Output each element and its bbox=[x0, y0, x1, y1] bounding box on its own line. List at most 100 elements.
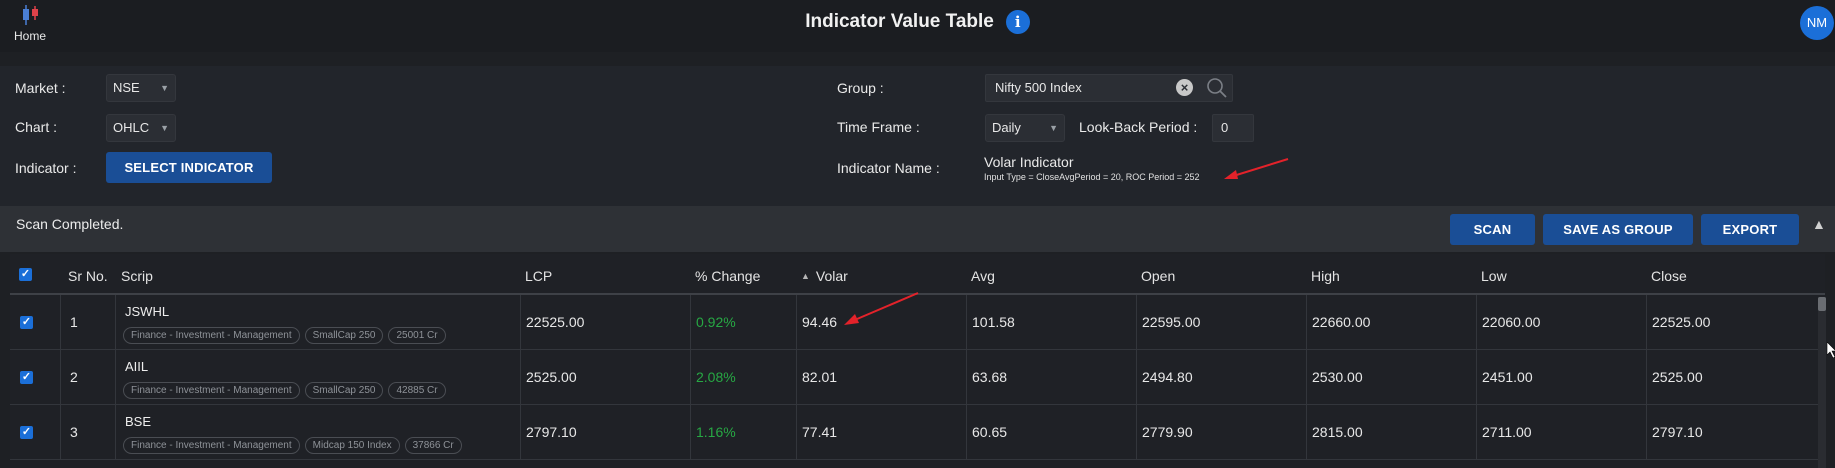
timeframe-label: Time Frame : bbox=[837, 119, 920, 135]
change: 0.92% bbox=[696, 314, 736, 330]
open: 2494.80 bbox=[1142, 369, 1193, 385]
index-tag: Midcap 150 Index bbox=[304, 437, 400, 454]
lcp: 2797.10 bbox=[526, 424, 577, 440]
avg: 63.68 bbox=[972, 369, 1008, 385]
mouse-cursor-icon bbox=[1827, 342, 1835, 358]
scan-button[interactable]: SCAN bbox=[1450, 214, 1535, 245]
divider bbox=[60, 405, 61, 460]
col-change[interactable]: % Change bbox=[695, 254, 760, 293]
market-value: NSE bbox=[113, 80, 140, 95]
divider bbox=[796, 405, 797, 460]
lookback-input[interactable]: 0 bbox=[1212, 114, 1254, 142]
col-scrip[interactable]: Scrip bbox=[121, 254, 153, 293]
group-input[interactable]: Nifty 500 Index bbox=[985, 74, 1233, 102]
col-volar[interactable]: ▲ Volar bbox=[801, 254, 848, 293]
scrip-name[interactable]: BSE bbox=[125, 414, 151, 430]
indicator-label: Indicator : bbox=[15, 160, 77, 176]
timeframe-select[interactable]: Daily ▼ bbox=[985, 114, 1065, 142]
divider bbox=[1476, 295, 1477, 350]
title-wrap: Indicator Value Table i bbox=[0, 10, 1835, 34]
divider bbox=[115, 405, 116, 460]
col-volar-label: Volar bbox=[815, 268, 848, 284]
divider bbox=[1306, 295, 1307, 350]
divider bbox=[1476, 405, 1477, 460]
page-title: Indicator Value Table bbox=[805, 11, 994, 32]
lcp: 22525.00 bbox=[526, 314, 585, 330]
col-open[interactable]: Open bbox=[1141, 254, 1175, 293]
results-table: ✓ Sr No. Scrip LCP % Change ▲ Volar Avg O… bbox=[10, 254, 1825, 468]
row-checkbox[interactable]: ✓ bbox=[20, 426, 33, 439]
chevron-down-icon: ▼ bbox=[160, 123, 169, 133]
sort-asc-icon: ▲ bbox=[801, 271, 810, 281]
user-avatar[interactable]: NM bbox=[1800, 6, 1834, 40]
divider bbox=[60, 350, 61, 405]
table-row[interactable]: ✓ 1 JSWHL Finance - Investment - Managem… bbox=[10, 295, 1825, 350]
divider bbox=[966, 350, 967, 405]
table-row[interactable]: ✓ 2 AIIL Finance - Investment - Manageme… bbox=[10, 350, 1825, 405]
table-row[interactable]: ✓ 3 BSE Finance - Investment - Managemen… bbox=[10, 405, 1825, 460]
select-all-checkbox[interactable]: ✓ bbox=[19, 268, 32, 281]
divider bbox=[1136, 350, 1137, 405]
col-low[interactable]: Low bbox=[1481, 254, 1507, 293]
scrip-tags: Finance - Investment - Management Midcap … bbox=[123, 435, 467, 454]
scrip-name[interactable]: JSWHL bbox=[125, 304, 169, 320]
save-as-group-button[interactable]: SAVE AS GROUP bbox=[1543, 214, 1693, 245]
divider bbox=[520, 350, 521, 405]
select-indicator-button[interactable]: SELECT INDICATOR bbox=[106, 152, 272, 183]
lcp: 2525.00 bbox=[526, 369, 577, 385]
divider bbox=[1646, 295, 1647, 350]
chevron-down-icon: ▼ bbox=[160, 83, 169, 93]
scrollbar-thumb[interactable] bbox=[1818, 297, 1826, 311]
index-tag: SmallCap 250 bbox=[304, 327, 384, 344]
volar: 94.46 bbox=[802, 314, 838, 330]
index-tag: SmallCap 250 bbox=[304, 382, 384, 399]
divider bbox=[1306, 405, 1307, 460]
export-button[interactable]: EXPORT bbox=[1701, 214, 1799, 245]
col-high[interactable]: High bbox=[1311, 254, 1340, 293]
change: 2.08% bbox=[696, 369, 736, 385]
scrip-name[interactable]: AIIL bbox=[125, 359, 148, 375]
clear-icon[interactable]: × bbox=[1176, 79, 1193, 96]
industry-tag: Finance - Investment - Management bbox=[123, 327, 300, 344]
divider bbox=[796, 295, 797, 350]
divider bbox=[1646, 350, 1647, 405]
open: 2779.90 bbox=[1142, 424, 1193, 440]
close: 2797.10 bbox=[1652, 424, 1703, 440]
change: 1.16% bbox=[696, 424, 736, 440]
group-label: Group : bbox=[837, 80, 884, 96]
lookback-label: Look-Back Period : bbox=[1079, 119, 1198, 135]
chevron-down-icon: ▼ bbox=[1049, 123, 1058, 133]
divider bbox=[1476, 350, 1477, 405]
sr-no: 1 bbox=[70, 314, 78, 330]
row-checkbox[interactable]: ✓ bbox=[20, 316, 33, 329]
search-icon[interactable] bbox=[1205, 76, 1229, 100]
chart-select[interactable]: OHLC ▼ bbox=[106, 114, 176, 142]
divider bbox=[690, 295, 691, 350]
mcap-tag: 37866 Cr bbox=[404, 437, 462, 454]
divider bbox=[1306, 350, 1307, 405]
market-select[interactable]: NSE ▼ bbox=[106, 74, 176, 102]
col-avg[interactable]: Avg bbox=[971, 254, 995, 293]
low: 2711.00 bbox=[1482, 424, 1532, 440]
chart-value: OHLC bbox=[113, 120, 150, 135]
close: 22525.00 bbox=[1652, 314, 1711, 330]
low: 22060.00 bbox=[1482, 314, 1541, 330]
col-sr[interactable]: Sr No. bbox=[68, 254, 108, 293]
col-close[interactable]: Close bbox=[1651, 254, 1687, 293]
open: 22595.00 bbox=[1142, 314, 1201, 330]
indicator-name: Volar Indicator bbox=[984, 154, 1074, 170]
info-icon[interactable]: i bbox=[1005, 10, 1030, 34]
market-label: Market : bbox=[15, 80, 66, 96]
chevron-up-icon[interactable]: ▲ bbox=[1812, 216, 1826, 232]
volar: 77.41 bbox=[802, 424, 838, 440]
divider bbox=[1136, 295, 1137, 350]
high: 22660.00 bbox=[1312, 314, 1371, 330]
table-scrollbar[interactable] bbox=[1818, 297, 1826, 468]
col-lcp[interactable]: LCP bbox=[525, 254, 552, 293]
divider bbox=[1646, 405, 1647, 460]
filter-panel: Market : NSE ▼ Chart : OHLC ▼ Indicator … bbox=[0, 66, 1835, 206]
indicator-params: Input Type = CloseAvgPeriod = 20, ROC Pe… bbox=[984, 172, 1200, 182]
row-checkbox[interactable]: ✓ bbox=[20, 371, 33, 384]
divider bbox=[115, 295, 116, 350]
scrip-tags: Finance - Investment - Management SmallCa… bbox=[123, 380, 451, 399]
